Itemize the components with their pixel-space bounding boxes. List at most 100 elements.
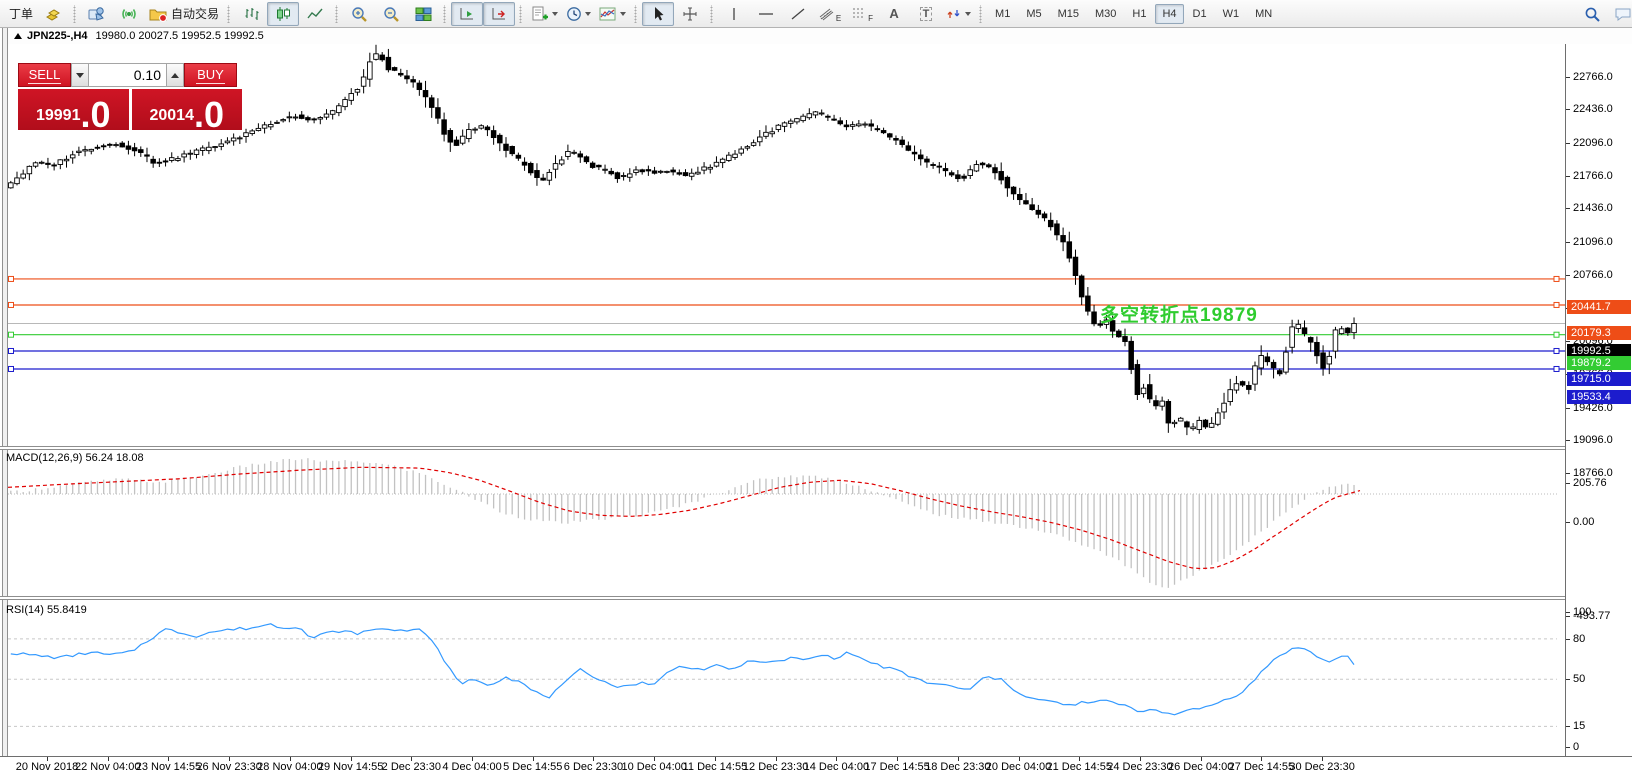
candlestick-chart-button[interactable] xyxy=(267,1,300,26)
line-handle[interactable] xyxy=(8,301,14,308)
window-left-border xyxy=(0,28,8,776)
candle-body xyxy=(719,158,726,164)
line-handle[interactable] xyxy=(1553,347,1560,354)
price-tick: 19096.0 xyxy=(1573,434,1613,447)
candle-body xyxy=(738,148,744,154)
chat-button[interactable] xyxy=(1608,2,1632,26)
volume-input[interactable] xyxy=(89,63,166,87)
line-handle[interactable] xyxy=(1553,275,1560,282)
signals-button[interactable] xyxy=(113,2,145,26)
new-chart-button[interactable] xyxy=(527,2,562,26)
candle-body xyxy=(800,115,806,122)
time-tick-mark xyxy=(775,757,777,761)
candle-body xyxy=(1153,400,1159,407)
search-button[interactable] xyxy=(1576,2,1608,26)
time-tick-mark xyxy=(1139,757,1141,761)
volume-decrease-button[interactable] xyxy=(71,63,89,87)
new-order-button[interactable]: 丁单 xyxy=(2,2,37,26)
candle-body xyxy=(899,139,905,145)
timeframe-m15-button[interactable]: M15 xyxy=(1051,4,1086,24)
line-handle[interactable] xyxy=(8,275,14,282)
candle-body xyxy=(1351,323,1357,334)
tick-mark xyxy=(1566,242,1570,244)
time-tick-mark xyxy=(350,757,352,761)
autotrading-button[interactable]: 自动交易 xyxy=(145,2,223,26)
chart-annotation-text[interactable]: 多空转折点19879 xyxy=(1100,300,1258,327)
cursor-icon xyxy=(651,6,665,22)
period-button[interactable] xyxy=(562,2,595,26)
cursor-tool-button[interactable] xyxy=(642,1,675,26)
timeframe-d1-button[interactable]: D1 xyxy=(1186,4,1214,24)
chart-shift-button[interactable] xyxy=(483,1,516,26)
zoom-in-button[interactable] xyxy=(343,2,375,26)
toolbar-grip xyxy=(978,4,985,23)
timeframe-h4-button[interactable]: H4 xyxy=(1155,3,1184,24)
line-handle[interactable] xyxy=(1553,301,1560,308)
buy-price-display[interactable]: 20014 .0 xyxy=(131,89,242,133)
market-watch-button[interactable] xyxy=(37,2,69,26)
arrows-tool-button[interactable] xyxy=(942,2,975,26)
tick-mark xyxy=(1566,175,1570,177)
auto-scroll-button[interactable] xyxy=(451,1,484,26)
bar-chart-button[interactable] xyxy=(235,2,267,26)
candle-body xyxy=(528,162,534,174)
line-handle[interactable] xyxy=(8,365,14,372)
rsi-axis-tick: 100 xyxy=(1573,606,1592,618)
line-handle[interactable] xyxy=(1553,331,1560,338)
fibonacci-tool-button[interactable]: F xyxy=(846,2,878,26)
candle-body xyxy=(1295,323,1302,329)
tick-mark xyxy=(1566,746,1570,748)
candle-body xyxy=(1307,337,1314,343)
candle-body xyxy=(329,110,336,115)
candle-body xyxy=(627,173,633,178)
sell-price-display[interactable]: 19991 .0 xyxy=(18,89,129,133)
vertical-line-tool-button[interactable] xyxy=(718,2,750,26)
timeframe-m30-button[interactable]: M30 xyxy=(1088,4,1123,24)
terminal-button[interactable] xyxy=(81,2,113,26)
sell-button[interactable]: SELL xyxy=(18,63,71,87)
timeframe-m5-button[interactable]: M5 xyxy=(1019,4,1048,24)
buy-button[interactable]: BUY xyxy=(184,63,237,87)
volume-increase-button[interactable] xyxy=(166,63,184,87)
candle-body xyxy=(286,116,293,119)
candle-body xyxy=(1326,355,1333,365)
timeframe-m1-button[interactable]: M1 xyxy=(988,4,1017,24)
candle-body xyxy=(199,147,206,151)
channel-icon xyxy=(819,6,835,22)
tile-windows-button[interactable] xyxy=(407,2,439,26)
line-handle[interactable] xyxy=(8,331,14,338)
horizontal-line-tool-button[interactable] xyxy=(750,2,782,26)
candle-body xyxy=(986,164,992,168)
time-axis[interactable]: 20 Nov 2018 22 Nov 04:00 23 Nov 14:55 26 No… xyxy=(0,756,1632,776)
price-axis[interactable]: 22766.0 22436.0 22096.0 21766.0 21436.0 21096… xyxy=(1566,44,1632,763)
text-label-tool-button[interactable]: T xyxy=(910,2,942,26)
time-tick-mark xyxy=(836,757,838,761)
time-tick-mark xyxy=(1261,757,1263,761)
zoom-out-button[interactable] xyxy=(375,2,407,26)
candle-body xyxy=(930,164,936,166)
indicators-button[interactable] xyxy=(595,2,630,26)
candle-body xyxy=(639,169,645,173)
line-chart-button[interactable] xyxy=(299,2,331,26)
line-handle[interactable] xyxy=(8,347,14,354)
candle-body xyxy=(484,126,491,131)
candle-body xyxy=(732,153,738,158)
trendline-tool-button[interactable] xyxy=(782,2,814,26)
time-label: 4 Dec 04:00 xyxy=(442,761,502,773)
time-label: 20 Nov 2018 xyxy=(15,761,79,773)
price-tag: 19879.2 xyxy=(1567,355,1631,370)
rsi-label: RSI(14) 55.8419 xyxy=(6,604,87,616)
trade-panel-top-row: SELL BUY xyxy=(18,63,242,87)
chart-title-bar[interactable]: JPN225-,H4 19980.0 20027.5 19952.5 19992… xyxy=(8,28,1632,45)
clock-icon xyxy=(566,6,582,22)
line-handle[interactable] xyxy=(1553,365,1560,372)
timeframe-w1-button[interactable]: W1 xyxy=(1216,4,1247,24)
crosshair-tool-button[interactable] xyxy=(674,2,706,26)
equidistant-channel-tool-button[interactable]: E xyxy=(814,2,846,26)
timeframe-h1-button[interactable]: H1 xyxy=(1125,4,1153,24)
text-tool-button[interactable]: A xyxy=(878,2,910,26)
timeframe-mn-button[interactable]: MN xyxy=(1248,4,1279,24)
candle-body xyxy=(131,147,138,152)
candle-body xyxy=(979,162,986,166)
candle-body xyxy=(955,174,961,180)
